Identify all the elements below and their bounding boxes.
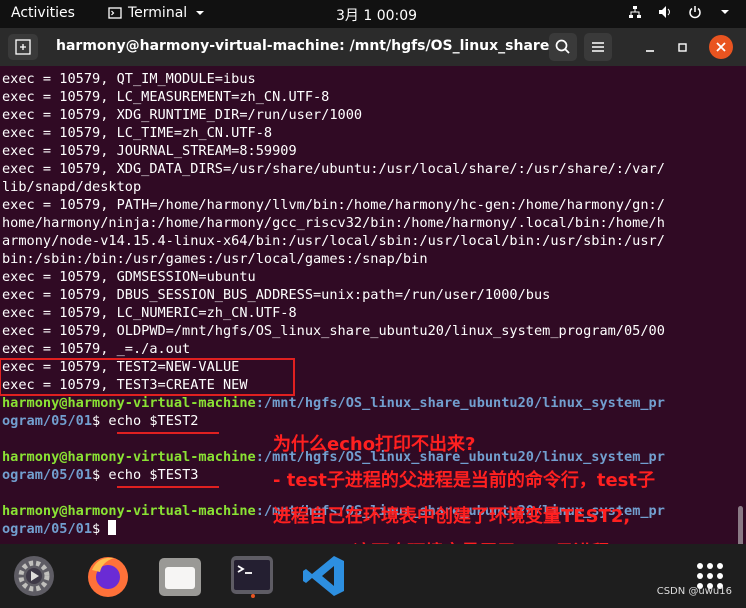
prompt-line: ogram/05/01$ (2, 520, 117, 538)
window-title: harmony@harmony-virtual-machine: /mnt/hg… (56, 38, 573, 54)
settings-icon (14, 556, 54, 596)
dock-vscode[interactable] (300, 552, 348, 600)
output-line: exec = 10579, _=./a.out (2, 341, 191, 357)
chevron-down-icon (721, 10, 729, 14)
output-line: home/harmony/ninja:/home/harmony/gcc_ris… (2, 215, 665, 231)
prompt-dollar: $ (92, 413, 109, 429)
output-line: exec = 10579, LC_NUMERIC=zh_CN.UTF-8 (2, 305, 297, 321)
minimize-icon (646, 50, 654, 52)
window-titlebar: harmony@harmony-virtual-machine: /mnt/hg… (0, 28, 746, 66)
terminal-area[interactable]: exec = 10579, QT_IM_MODULE=ibus exec = 1… (0, 66, 746, 586)
network-icon (629, 6, 641, 18)
dock-terminal[interactable] (228, 552, 276, 600)
close-button[interactable] (709, 35, 733, 59)
prompt-dollar: $ (92, 467, 109, 483)
terminal-icon (108, 7, 122, 19)
maximize-icon (678, 43, 687, 52)
annotation-text: - test子进程的父进程是当前的命令行，test子 (273, 470, 655, 491)
watermark: CSDN @uwu16 (656, 586, 732, 597)
prompt-dollar: $ (92, 521, 109, 537)
prompt-line: ogram/05/01$ echo $TEST2 (2, 412, 198, 430)
terminal-icon (231, 556, 273, 594)
running-indicator (251, 594, 255, 598)
search-icon (555, 39, 570, 54)
app-menu[interactable]: Terminal (108, 5, 207, 21)
output-line: exec = 10579, JOURNAL_STREAM=8:59909 (2, 143, 297, 159)
chevron-down-icon (196, 11, 205, 15)
top-bar: Activities Terminal 3月 1 00:09 (0, 0, 746, 28)
output-line: exec = 10579, LC_MEASUREMENT=zh_CN.UTF-8 (2, 89, 330, 105)
output-line: exec = 10579, XDG_RUNTIME_DIR=/run/user/… (2, 107, 363, 123)
prompt-user: harmony@harmony-virtual-machine (2, 395, 256, 411)
output-line: exec = 10579, GDMSESSION=ubuntu (2, 269, 256, 285)
files-icon (159, 558, 201, 596)
output-line: exec = 10579, DBUS_SESSION_BUS_ADDRESS=u… (2, 287, 551, 303)
menu-button[interactable] (584, 33, 612, 61)
system-tray[interactable] (628, 5, 732, 19)
output-line: exec = 10579, LC_TIME=zh_CN.UTF-8 (2, 125, 273, 141)
dock-files[interactable] (156, 552, 204, 600)
dock: CSDN @uwu16 (0, 544, 746, 608)
output-line: armony/node-v14.15.4-linux-x64/bin:/usr/… (2, 233, 665, 249)
minimize-button[interactable] (636, 33, 664, 61)
prompt-path: ogram/05/01 (2, 413, 93, 429)
annotation-text: 进程自己在环境表中创建了环境变量TEST2, (273, 506, 631, 527)
close-icon (716, 42, 726, 52)
new-tab-button[interactable] (8, 34, 38, 60)
volume-icon (659, 6, 670, 18)
activities-button[interactable]: Activities (11, 5, 75, 21)
output-line: exec = 10579, PATH=/home/harmony/llvm/bi… (2, 197, 665, 213)
hamburger-icon (592, 42, 604, 52)
app-menu-label: Terminal (128, 5, 188, 21)
command-underline (117, 432, 219, 434)
clock[interactable]: 3月 1 00:09 (336, 5, 417, 25)
output-line: bin:/sbin:/bin:/usr/games:/usr/local/gam… (2, 251, 428, 267)
prompt-user: harmony@harmony-virtual-machine (2, 503, 256, 519)
command-text: echo $TEST3 (108, 467, 199, 483)
output-line: exec = 10579, OLDPWD=/mnt/hgfs/OS_linux_… (2, 323, 665, 339)
annotation-text: 为什么echo打印不出来? (273, 434, 476, 455)
prompt-path: ogram/05/01 (2, 467, 93, 483)
prompt-path: :/mnt/hgfs/OS_linux_share_ubuntu20/linux… (255, 395, 665, 411)
prompt-user: harmony@harmony-virtual-machine (2, 449, 256, 465)
new-tab-icon (15, 39, 31, 55)
highlight-box (0, 358, 295, 396)
prompt-line: harmony@harmony-virtual-machine:/mnt/hgf… (2, 394, 665, 412)
dock-settings[interactable] (10, 552, 58, 600)
output-line: exec = 10579, QT_IM_MODULE=ibus (2, 71, 256, 87)
command-underline (117, 486, 219, 488)
text-cursor (108, 520, 117, 535)
firefox-icon (88, 557, 128, 597)
vscode-icon (303, 556, 344, 596)
output-line: lib/snapd/desktop (2, 179, 142, 195)
search-button[interactable] (549, 33, 577, 61)
command-text: echo $TEST2 (108, 413, 199, 429)
output-line: exec = 10579, XDG_DATA_DIRS=/usr/share/u… (2, 161, 665, 177)
maximize-button[interactable] (668, 33, 696, 61)
prompt-line: ogram/05/01$ echo $TEST3 (2, 466, 198, 484)
prompt-path: ogram/05/01 (2, 521, 93, 537)
dock-firefox[interactable] (84, 552, 132, 600)
power-icon (689, 6, 701, 19)
